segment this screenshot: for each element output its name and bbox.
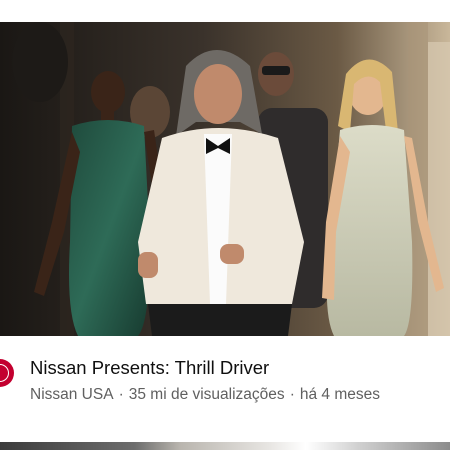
nissan-logo-icon[interactable] <box>0 359 14 387</box>
view-count: 35 mi de visualizações <box>128 386 285 403</box>
video-meta: Nissan USA · 35 mi de visualizações · há 4 m… <box>30 386 442 404</box>
video-thumbnail[interactable] <box>0 22 450 336</box>
video-title[interactable]: Nissan Presents: Thrill Driver <box>30 357 442 379</box>
logo-ring <box>0 364 9 382</box>
channel-name[interactable]: Nissan USA <box>30 386 114 403</box>
upload-age: há 4 meses <box>299 386 380 403</box>
separator: · <box>118 386 124 403</box>
next-video-thumbnail[interactable] <box>0 442 450 450</box>
separator: · <box>289 386 295 403</box>
